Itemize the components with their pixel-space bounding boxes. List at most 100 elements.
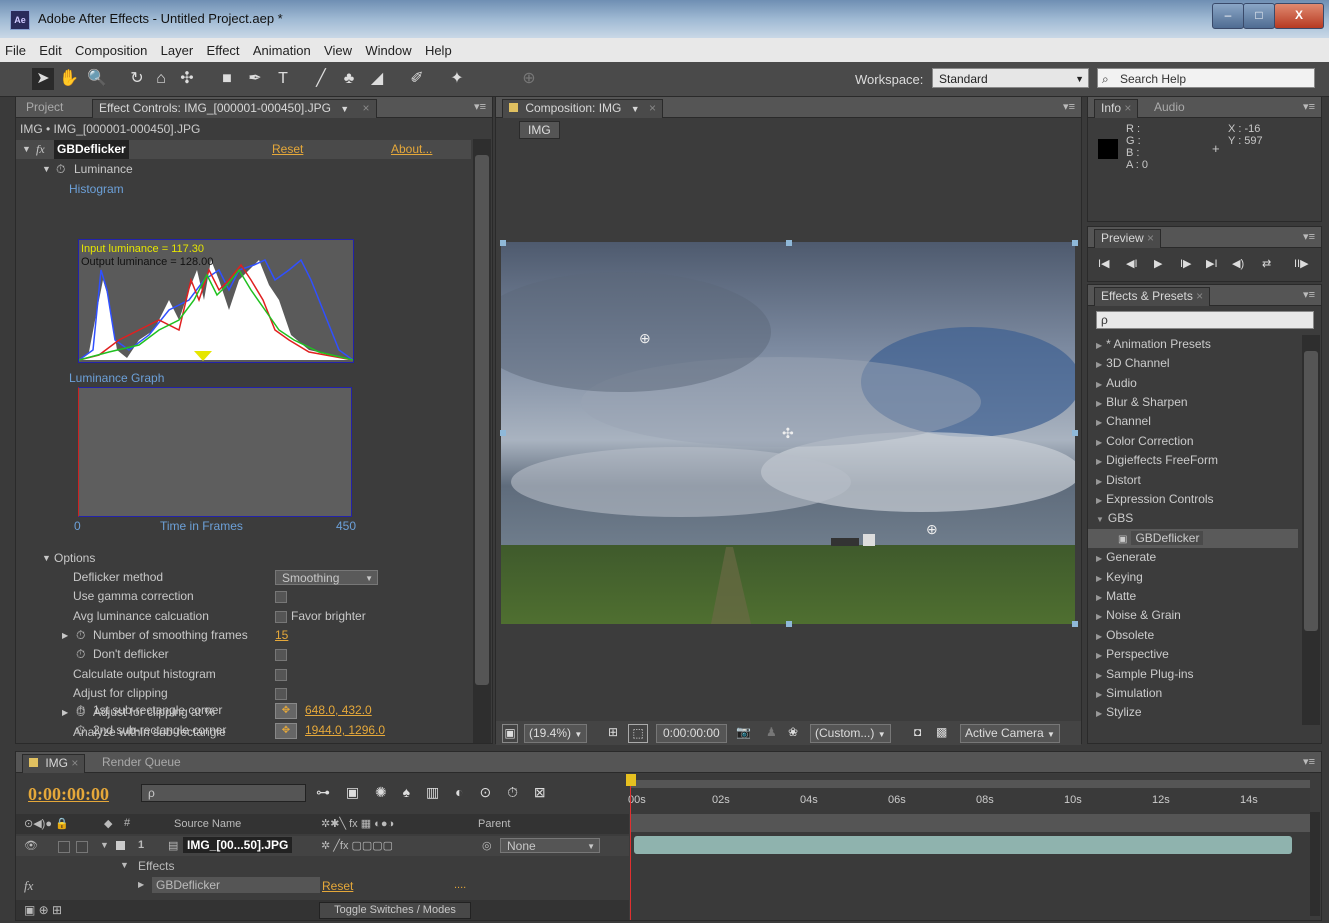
play-icon[interactable]: ▶	[1154, 257, 1162, 270]
transparency-grid-icon[interactable]: ▩	[936, 724, 947, 741]
source-name-header[interactable]: Source Name	[174, 818, 241, 830]
layer-duration-bar[interactable]	[634, 836, 1292, 854]
effect-reset-link[interactable]: Reset	[322, 879, 353, 893]
list-item[interactable]: ▶ Keying	[1096, 568, 1143, 587]
deflicker-method-dropdown[interactable]: Smoothing ▼	[275, 570, 378, 585]
comp-name-tab[interactable]: IMG	[519, 121, 560, 139]
layer-name[interactable]: IMG_[00...50].JPG	[183, 837, 293, 853]
tab-audio[interactable]: Audio	[1148, 99, 1191, 117]
list-item[interactable]: ▶ Generate	[1096, 548, 1156, 567]
axis-mode-icon[interactable]: ⊕	[518, 68, 540, 90]
camera-tool-icon[interactable]: ⌂	[150, 68, 172, 90]
camera-view-dropdown[interactable]: Active Camera ▼	[960, 724, 1060, 743]
comp-mini-flowchart-icon[interactable]: ⊶	[316, 784, 330, 800]
corner2-value[interactable]: 1944.0, 1296.0	[305, 721, 385, 740]
favor-brighter-checkbox[interactable]	[275, 611, 287, 623]
menu-effect[interactable]: Effect	[202, 38, 245, 58]
resolution-dropdown[interactable]: (Custom...) ▼	[810, 724, 891, 743]
close-tab-icon[interactable]: ×	[1196, 289, 1203, 303]
frame-blending-icon[interactable]: ♠	[403, 784, 410, 800]
effect-header-row[interactable]: ▼ fx GBDeflicker Reset About...	[16, 140, 471, 159]
stopwatch-icon[interactable]: ⏱	[76, 626, 85, 645]
brainstorm-icon[interactable]: ◐	[455, 784, 463, 800]
tab-info[interactable]: Info ×	[1094, 99, 1139, 118]
draft-3d-icon[interactable]: ▣	[346, 784, 359, 800]
effects-scrollbar[interactable]	[1302, 335, 1320, 725]
collapse-triangle-icon[interactable]: ▼	[100, 840, 109, 850]
eye-icon[interactable]: 👁	[24, 839, 38, 852]
pen-tool-icon[interactable]: ✒	[244, 68, 266, 90]
always-preview-icon[interactable]: ▣	[502, 724, 518, 743]
list-item[interactable]: ▶ Stylize	[1096, 703, 1142, 722]
tab-effects-presets[interactable]: Effects & Presets ×	[1094, 287, 1211, 306]
search-help-input[interactable]: ⌕ Search Help	[1097, 68, 1315, 88]
current-time-indicator[interactable]	[626, 774, 636, 786]
text-tool-icon[interactable]: T	[272, 68, 294, 90]
gamma-checkbox[interactable]	[275, 591, 287, 603]
comp-handle-left[interactable]	[500, 430, 506, 436]
first-frame-icon[interactable]: I◀	[1098, 257, 1110, 270]
smoothing-frames-value[interactable]: 15	[275, 626, 288, 645]
adjust-clipping-checkbox[interactable]	[275, 688, 287, 700]
list-item[interactable]: ▶ Distort	[1096, 471, 1141, 490]
collapse-triangle-icon[interactable]: ▼	[42, 160, 51, 179]
effects-group-row[interactable]: ▼ Effects	[16, 856, 629, 876]
menu-composition[interactable]: Composition	[70, 38, 152, 58]
list-item[interactable]: ▶ Channel	[1096, 412, 1151, 431]
crosshair-point-icon[interactable]: ⊕	[639, 330, 651, 347]
panel-menu-icon[interactable]: ▾≡	[1303, 100, 1315, 113]
fx-icon[interactable]: fx	[24, 878, 33, 894]
region-of-interest-icon[interactable]: ⬚	[628, 724, 648, 743]
menu-animation[interactable]: Animation	[248, 38, 316, 58]
maximize-button[interactable]: □	[1243, 3, 1275, 29]
list-item[interactable]: ▶ Matte	[1096, 587, 1136, 606]
fast-previews-icon[interactable]: ◘	[914, 724, 921, 741]
close-tab-icon[interactable]: ×	[363, 101, 370, 115]
menu-layer[interactable]: Layer	[156, 38, 199, 58]
close-tab-icon[interactable]: ×	[71, 756, 78, 770]
close-tab-icon[interactable]: ×	[649, 101, 656, 115]
list-item[interactable]: ▶ Noise & Grain	[1096, 606, 1181, 625]
stopwatch-icon[interactable]: ⏱	[76, 701, 85, 720]
show-snapshot-icon[interactable]: ♟	[766, 724, 777, 741]
about-link[interactable]: About...	[391, 140, 432, 159]
auto-keyframe-icon[interactable]: ⊠	[534, 784, 546, 800]
tab-effect-controls[interactable]: Effect Controls: IMG_[000001-000450].JPG…	[92, 99, 377, 118]
collapse-triangle-icon[interactable]: ▼	[42, 549, 51, 568]
list-item[interactable]: ▶ Sample Plug-ins	[1096, 665, 1194, 684]
tab-render-queue[interactable]: Render Queue	[96, 754, 187, 772]
luminance-marker-icon[interactable]	[194, 351, 212, 361]
close-button[interactable]: X	[1274, 3, 1324, 29]
effect-row[interactable]: fx ▶ GBDeflicker Reset ....	[16, 876, 629, 896]
brush-tool-icon[interactable]: ╱	[310, 68, 332, 90]
timeline-track-area[interactable]: 00s 02s 04s 06s 08s 10s 12s 14s	[626, 774, 1310, 920]
calc-output-checkbox[interactable]	[275, 669, 287, 681]
list-item[interactable]: ▶ Perspective	[1096, 645, 1169, 664]
channel-icon[interactable]: ❀	[788, 724, 798, 741]
corner1-value[interactable]: 648.0, 432.0	[305, 701, 372, 720]
stopwatch-icon[interactable]: ⏱	[56, 160, 65, 179]
safe-zones-icon[interactable]: ⊞	[608, 724, 618, 741]
work-area-bar[interactable]	[630, 780, 1310, 788]
close-tab-icon[interactable]: ×	[1147, 231, 1154, 245]
effect-controls-scrollbar[interactable]	[473, 139, 491, 743]
pick-whip-icon[interactable]: ◎	[482, 839, 492, 852]
list-item[interactable]: ▶ Digieffects FreeForm	[1096, 451, 1218, 470]
camera-snapshot-icon[interactable]: 📷	[736, 724, 751, 741]
clone-stamp-tool-icon[interactable]: ♣	[338, 68, 360, 90]
puppet-pin-tool-icon[interactable]: ✦	[446, 68, 468, 90]
list-item[interactable]: ▶ Audio	[1096, 374, 1137, 393]
panel-menu-icon[interactable]: ▾≡	[1303, 230, 1315, 243]
timeline-timecode[interactable]: 0:00:00:00	[28, 784, 109, 805]
panel-menu-icon[interactable]: ▾≡	[1303, 288, 1315, 301]
audio-icon[interactable]: ◀)	[1232, 257, 1244, 270]
scrollbar-thumb[interactable]	[475, 155, 489, 685]
lock-toggle[interactable]	[76, 841, 88, 853]
footer-icons[interactable]: ▣ ⊕ ⊞	[24, 903, 62, 917]
scrollbar-thumb[interactable]	[1304, 351, 1318, 631]
solo-toggle[interactable]	[58, 841, 70, 853]
shy-layers-icon[interactable]: ✺	[375, 784, 387, 800]
close-tab-icon[interactable]: ×	[1124, 101, 1131, 115]
stopwatch-icon[interactable]: ⏱	[507, 784, 518, 800]
dont-deflicker-checkbox[interactable]	[275, 649, 287, 661]
